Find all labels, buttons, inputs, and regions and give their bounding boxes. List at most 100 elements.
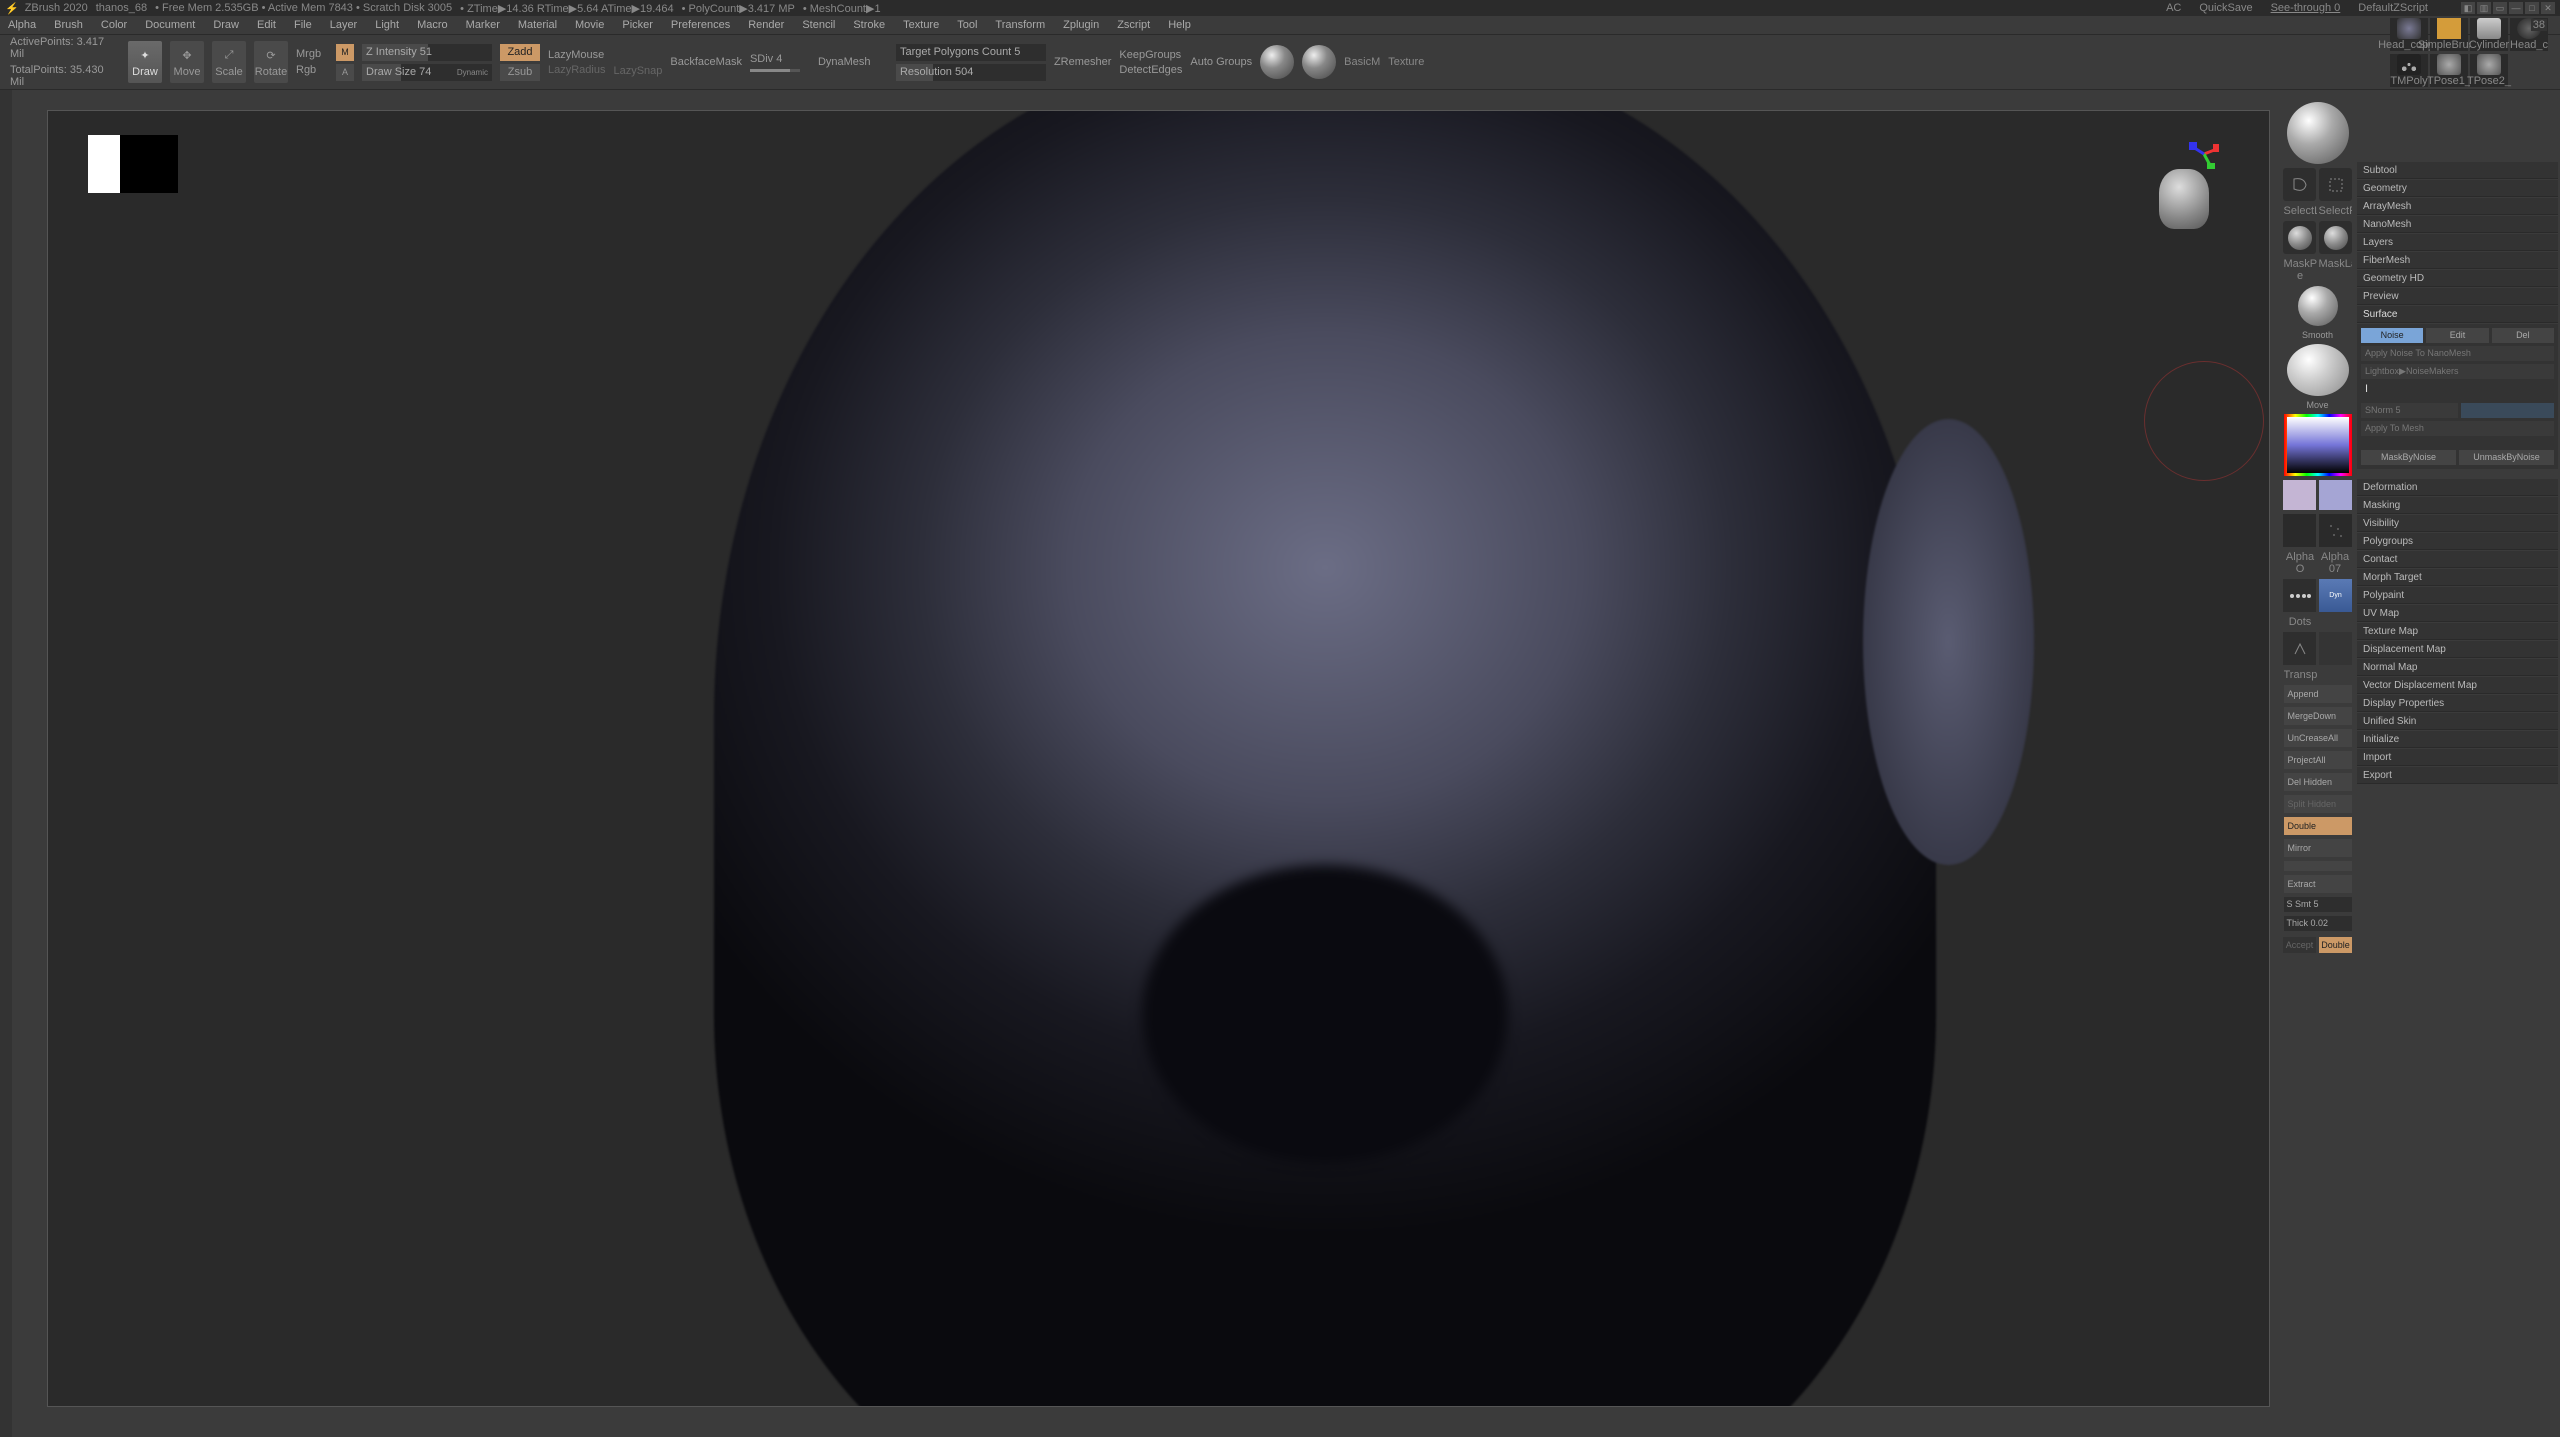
- transp-button[interactable]: [2283, 632, 2316, 665]
- palette-displacement[interactable]: Displacement Map: [2357, 641, 2558, 658]
- lazysnap-label[interactable]: LazySnap: [613, 65, 662, 77]
- tool-cylinder[interactable]: Cylinder: [2470, 18, 2508, 51]
- menu-color[interactable]: Color: [101, 19, 127, 31]
- zadd-button[interactable]: Zadd: [500, 44, 540, 61]
- menu2-icon[interactable]: ▥: [2477, 2, 2491, 14]
- append-button[interactable]: Append: [2284, 685, 2352, 703]
- lightbox-noisemakers-button[interactable]: Lightbox▶NoiseMakers: [2361, 364, 2554, 379]
- draw-mode-button[interactable]: ✦Draw: [128, 41, 162, 83]
- apply-nanomesh-button[interactable]: Apply Noise To NanoMesh: [2361, 346, 2554, 361]
- palette-visibility[interactable]: Visibility: [2357, 515, 2558, 532]
- double-button[interactable]: Double: [2284, 817, 2352, 835]
- uncreaseall-button[interactable]: UnCreaseAll: [2284, 729, 2352, 747]
- alpha-thumbnail[interactable]: [88, 135, 178, 193]
- palette-morphtarget[interactable]: Morph Target: [2357, 569, 2558, 586]
- palette-initialize[interactable]: Initialize: [2357, 731, 2558, 748]
- select-lasso-button[interactable]: [2283, 168, 2316, 201]
- tool-head-c[interactable]: 38Head_c: [2510, 18, 2548, 51]
- mask-lasso-button[interactable]: [2319, 221, 2352, 254]
- palette-geometryhd[interactable]: Geometry HD: [2357, 270, 2558, 287]
- menu-preferences[interactable]: Preferences: [671, 19, 730, 31]
- swatch-primary[interactable]: [2319, 480, 2352, 510]
- restore-icon[interactable]: ▭: [2493, 2, 2507, 14]
- drawsize-slider[interactable]: Draw Size 74Dynamic: [362, 64, 492, 81]
- tool-tpose1[interactable]: TPose1_: [2430, 54, 2468, 87]
- noise-button[interactable]: Noise: [2361, 328, 2423, 343]
- zintensity-slider[interactable]: Z Intensity 51: [362, 44, 492, 61]
- material-sphere-1[interactable]: [1260, 45, 1294, 79]
- splithidden-button[interactable]: Split Hidden: [2284, 795, 2352, 813]
- del-noise-button[interactable]: Del: [2492, 328, 2554, 343]
- dynamesh-button[interactable]: DynaMesh: [818, 56, 888, 68]
- text-cursor-area[interactable]: I: [2361, 382, 2554, 400]
- sdiv-slider[interactable]: SDiv 4: [750, 53, 810, 65]
- palette-normalmap[interactable]: Normal Map: [2357, 659, 2558, 676]
- lazymouse-button[interactable]: LazyMouse: [548, 49, 605, 61]
- palette-polypaint[interactable]: Polypaint: [2357, 587, 2558, 604]
- palette-export[interactable]: Export: [2357, 767, 2558, 784]
- target-polygons-slider[interactable]: Target Polygons Count 5: [896, 44, 1046, 61]
- palette-masking[interactable]: Masking: [2357, 497, 2558, 514]
- projectall-button[interactable]: ProjectAll: [2284, 751, 2352, 769]
- menu-tool[interactable]: Tool: [957, 19, 977, 31]
- keepgroups-button[interactable]: KeepGroups: [1119, 49, 1182, 61]
- smooth-brush-button[interactable]: [2298, 286, 2338, 326]
- mask-pen-button[interactable]: [2283, 221, 2316, 254]
- rgb-label[interactable]: Rgb: [296, 64, 328, 76]
- nav-gizmo[interactable]: [2129, 139, 2219, 229]
- tool-simplebrush[interactable]: SimpleBrush: [2430, 18, 2468, 51]
- left-tray[interactable]: [0, 90, 12, 1437]
- palette-vdm[interactable]: Vector Displacement Map: [2357, 677, 2558, 694]
- menu-transform[interactable]: Transform: [995, 19, 1045, 31]
- mergedown-button[interactable]: MergeDown: [2284, 707, 2352, 725]
- select-rect-button[interactable]: [2319, 168, 2352, 201]
- menu-draw[interactable]: Draw: [213, 19, 239, 31]
- menu-zscript[interactable]: Zscript: [1117, 19, 1150, 31]
- stroke-dynamic-button[interactable]: Dyn: [2319, 579, 2352, 612]
- swatch-secondary[interactable]: [2283, 480, 2316, 510]
- current-material-sphere[interactable]: [2287, 102, 2349, 164]
- menu-edit[interactable]: Edit: [257, 19, 276, 31]
- default-zscript-button[interactable]: DefaultZScript: [2358, 2, 2428, 14]
- palette-arraymesh[interactable]: ArrayMesh: [2357, 198, 2558, 215]
- menu-movie[interactable]: Movie: [575, 19, 604, 31]
- palette-polygroups[interactable]: Polygroups: [2357, 533, 2558, 550]
- snorm-slider[interactable]: SNorm 5: [2361, 403, 2458, 418]
- tool-tpose2[interactable]: TPose2_: [2470, 54, 2508, 87]
- menu-render[interactable]: Render: [748, 19, 784, 31]
- viewport[interactable]: [47, 110, 2270, 1407]
- color-picker-inner[interactable]: [2287, 417, 2349, 473]
- tool-tmpoly[interactable]: TMPoly: [2390, 54, 2428, 87]
- menu-icon[interactable]: ◧: [2461, 2, 2475, 14]
- mask-by-noise-button[interactable]: MaskByNoise: [2361, 450, 2456, 465]
- menu-texture[interactable]: Texture: [903, 19, 939, 31]
- thick-slider[interactable]: Thick 0.02: [2284, 916, 2352, 931]
- move-mode-button[interactable]: ✥Move: [170, 41, 204, 83]
- extract-button[interactable]: Extract: [2284, 875, 2352, 893]
- edit-noise-button[interactable]: Edit: [2426, 328, 2488, 343]
- palette-texturemap[interactable]: Texture Map: [2357, 623, 2558, 640]
- palette-unified-skin[interactable]: Unified Skin: [2357, 713, 2558, 730]
- alpha-07-tile[interactable]: [2319, 514, 2352, 547]
- palette-uvmap[interactable]: UV Map: [2357, 605, 2558, 622]
- palette-fibermesh[interactable]: FiberMesh: [2357, 252, 2558, 269]
- menu-macro[interactable]: Macro: [417, 19, 448, 31]
- scale-mode-button[interactable]: ⤢Scale: [212, 41, 246, 83]
- autogroups-button[interactable]: Auto Groups: [1190, 56, 1252, 68]
- apply-to-mesh-button[interactable]: Apply To Mesh: [2361, 421, 2554, 436]
- color-picker[interactable]: [2284, 414, 2352, 476]
- lazyradius-label[interactable]: LazyRadius: [548, 64, 605, 76]
- menu-stroke[interactable]: Stroke: [853, 19, 885, 31]
- a-button[interactable]: A: [336, 64, 354, 81]
- palette-display-props[interactable]: Display Properties: [2357, 695, 2558, 712]
- nav-head-thumb[interactable]: [2159, 169, 2209, 229]
- rotate-mode-button[interactable]: ⟳Rotate: [254, 41, 288, 83]
- snorm-alt[interactable]: [2461, 403, 2554, 418]
- menu-brush[interactable]: Brush: [54, 19, 83, 31]
- palette-geometry[interactable]: Geometry: [2357, 180, 2558, 197]
- alpha-off-tile[interactable]: [2283, 514, 2316, 547]
- palette-contact[interactable]: Contact: [2357, 551, 2558, 568]
- m-button[interactable]: M: [336, 44, 354, 61]
- move-brush-button[interactable]: [2287, 344, 2349, 396]
- menu-document[interactable]: Document: [145, 19, 195, 31]
